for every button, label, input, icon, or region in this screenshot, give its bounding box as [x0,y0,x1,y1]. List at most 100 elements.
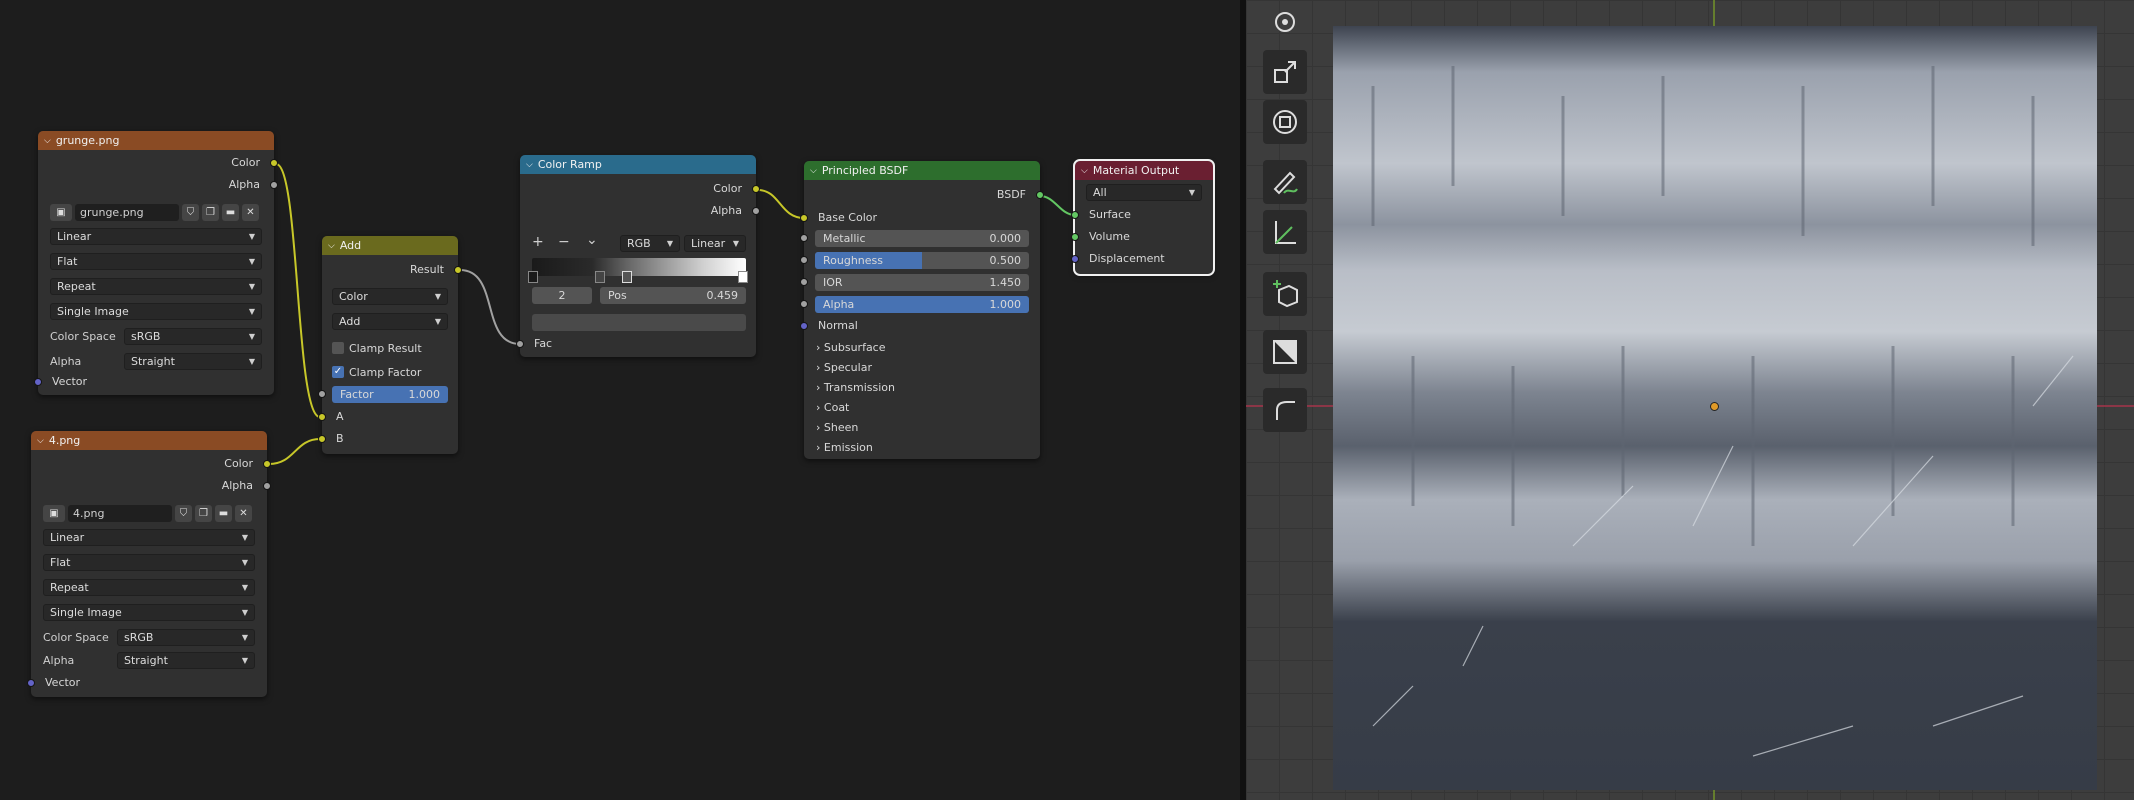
alpha-mode-dropdown[interactable]: Straight ▼ [124,353,262,370]
output-alpha-socket[interactable] [752,207,760,215]
output-result-socket[interactable] [454,266,462,274]
active-stop-index-field[interactable]: 2 [532,287,592,304]
input-factor-socket[interactable] [318,390,326,398]
fake-user-shield-icon[interactable]: ⛉ [175,504,192,522]
roughness-slider[interactable]: Roughness 0.500 [815,252,1029,269]
node-header[interactable]: ⌵ Color Ramp [520,155,756,174]
input-surface-socket[interactable] [1071,211,1079,219]
transform-icon[interactable] [1263,100,1307,144]
ior-field[interactable]: IOR 1.450 [815,274,1029,291]
output-alpha-socket[interactable] [263,482,271,490]
output-bsdf-socket[interactable] [1036,191,1044,199]
panel-specular[interactable]: › Specular [816,361,872,374]
source-dropdown[interactable]: Single Image ▼ [50,303,262,320]
material-output-node[interactable]: ⌵ Material Output All ▼ Surface Volume Dis… [1071,159,1215,276]
ramp-interpolation-dropdown[interactable]: Linear ▼ [684,235,746,252]
origin-dot[interactable] [1710,402,1719,411]
rounded-edge-icon[interactable] [1263,388,1307,432]
clamp-factor-checkbox[interactable]: ✓ Clamp Factor [332,364,421,380]
input-fac-socket[interactable] [516,340,524,348]
add-stop-button[interactable]: + [532,234,544,251]
open-folder-icon[interactable]: ▬ [215,504,232,522]
input-alpha-socket[interactable] [800,300,808,308]
blend-mode-dropdown[interactable]: Add ▼ [332,313,448,330]
image-selector[interactable]: ▣ 4.png ⛉ ❐ ▬ ✕ [43,504,252,522]
collapse-chevron-icon[interactable]: ⌵ [810,166,817,176]
ramp-stop-handle[interactable] [738,271,748,283]
unlink-close-icon[interactable]: ✕ [242,203,259,221]
image-name-field[interactable]: 4.png [68,504,172,522]
image-browse-icon[interactable]: ▣ [43,504,65,522]
source-dropdown[interactable]: Single Image ▼ [43,604,255,621]
open-folder-icon[interactable]: ▬ [222,203,239,221]
ramp-stop-handle[interactable] [528,271,538,283]
color-ramp-node[interactable]: ⌵ Color Ramp Color Alpha + − ⌄ RGB ▼ Linea… [516,155,760,357]
annotate-icon[interactable] [1263,160,1307,204]
collapse-chevron-icon[interactable]: ⌵ [1081,166,1088,176]
color-ramp-gradient[interactable] [532,258,746,276]
node-header[interactable]: ⌵ grunge.png [38,131,274,150]
clamp-result-checkbox[interactable]: Clamp Result [332,340,422,356]
shader-node-editor[interactable]: ⌵ grunge.png Color Alpha ▣ grunge.png ⛉ ❐… [0,0,1240,800]
panel-emission[interactable]: › Emission [816,441,873,454]
principled-bsdf-node[interactable]: ⌵ Principled BSDF BSDF Base Color Metalli… [800,161,1044,459]
render-target-dropdown[interactable]: All ▼ [1086,184,1202,201]
node-header[interactable]: ⌵ Principled BSDF [804,161,1040,180]
fake-user-shield-icon[interactable]: ⛉ [182,203,199,221]
panel-transmission[interactable]: › Transmission [816,381,895,394]
input-ior-socket[interactable] [800,278,808,286]
output-color-socket[interactable] [263,460,271,468]
stop-position-field[interactable]: Pos 0.459 [600,287,746,304]
factor-slider[interactable]: Factor 1.000 [332,386,448,403]
metallic-slider[interactable]: Metallic 0.000 [815,230,1029,247]
duplicate-image-icon[interactable]: ❐ [195,504,212,522]
input-a-socket[interactable] [318,413,326,421]
collapse-chevron-icon[interactable]: ⌵ [37,436,44,446]
alpha-slider[interactable]: Alpha 1.000 [815,296,1029,313]
data-type-dropdown[interactable]: Color ▼ [332,288,448,305]
input-roughness-socket[interactable] [800,256,808,264]
projection-dropdown[interactable]: Flat ▼ [50,253,262,270]
extension-dropdown[interactable]: Repeat ▼ [50,278,262,295]
input-normal-socket[interactable] [800,322,808,330]
uv-icon[interactable] [1263,330,1307,374]
orbit-icon[interactable] [1263,0,1307,44]
collapse-chevron-icon[interactable]: ⌵ [328,241,335,251]
panel-coat[interactable]: › Coat [816,401,849,414]
image-texture-node-grunge[interactable]: ⌵ grunge.png Color Alpha ▣ grunge.png ⛉ ❐… [34,131,278,395]
textured-plane[interactable] [1333,26,2097,790]
alpha-mode-dropdown[interactable]: Straight ▼ [117,652,255,669]
extension-dropdown[interactable]: Repeat ▼ [43,579,255,596]
unlink-close-icon[interactable]: ✕ [235,504,252,522]
image-name-field[interactable]: grunge.png [75,203,179,221]
color-space-dropdown[interactable]: sRGB ▼ [117,629,255,646]
output-color-socket[interactable] [752,185,760,193]
measure-icon[interactable] [1263,210,1307,254]
node-header[interactable]: ⌵ 4.png [31,431,267,450]
image-texture-node-4[interactable]: ⌵ 4.png Color Alpha ▣ 4.png ⛉ ❐ ▬ ✕ Linea… [27,431,271,697]
ramp-menu-button[interactable]: ⌄ [586,232,598,249]
ramp-stop-handle[interactable] [595,271,605,283]
output-alpha-socket[interactable] [270,181,278,189]
add-cube-icon[interactable] [1263,272,1307,316]
input-vector-socket[interactable] [27,679,35,687]
input-vector-socket[interactable] [34,378,42,386]
collapse-chevron-icon[interactable]: ⌵ [44,136,51,146]
input-b-socket[interactable] [318,435,326,443]
panel-sheen[interactable]: › Sheen [816,421,858,434]
color-mode-dropdown[interactable]: RGB ▼ [620,235,680,252]
scale-icon[interactable] [1263,50,1307,94]
color-space-dropdown[interactable]: sRGB ▼ [124,328,262,345]
interpolation-dropdown[interactable]: Linear ▼ [50,228,262,245]
collapse-chevron-icon[interactable]: ⌵ [526,160,533,170]
input-base-color-socket[interactable] [800,214,808,222]
input-metallic-socket[interactable] [800,234,808,242]
remove-stop-button[interactable]: − [558,234,570,251]
image-selector[interactable]: ▣ grunge.png ⛉ ❐ ▬ ✕ [50,203,259,221]
ramp-stop-handle-active[interactable] [622,271,632,283]
node-header[interactable]: ⌵ Add [322,236,458,255]
input-volume-socket[interactable] [1071,233,1079,241]
interpolation-dropdown[interactable]: Linear ▼ [43,529,255,546]
output-color-socket[interactable] [270,159,278,167]
duplicate-image-icon[interactable]: ❐ [202,203,219,221]
